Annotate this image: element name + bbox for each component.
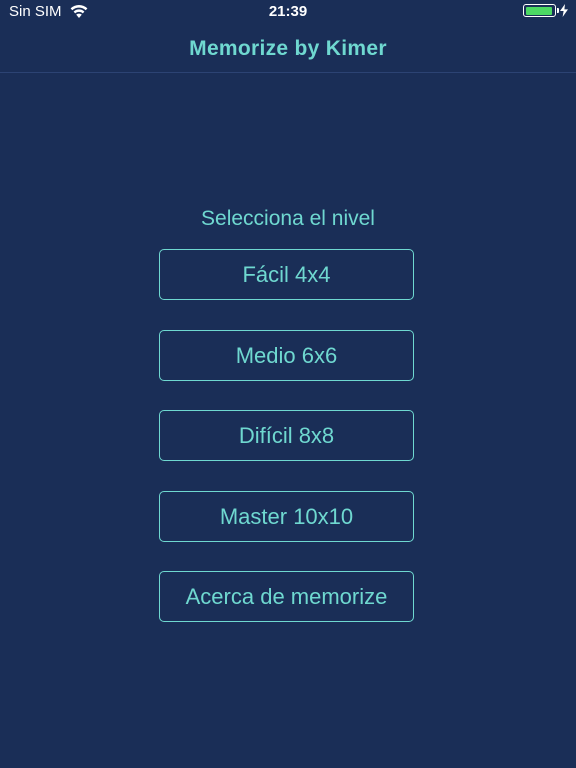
- bolt-icon: [560, 4, 568, 17]
- battery-icon: [523, 4, 559, 17]
- battery-level: [525, 6, 552, 15]
- level-prompt: Selecciona el nivel: [201, 207, 375, 230]
- navigation-bar: Memorize by Kimer: [0, 24, 576, 73]
- about-button[interactable]: Acerca de memorize: [159, 571, 414, 622]
- hard-level-button[interactable]: Difícil 8x8: [159, 410, 414, 461]
- status-bar: Sin SIM 21:39: [0, 0, 576, 24]
- battery-group: [523, 4, 568, 17]
- master-level-button[interactable]: Master 10x10: [159, 491, 414, 542]
- battery-nub: [557, 8, 559, 13]
- status-time: 21:39: [268, 3, 308, 20]
- easy-level-button[interactable]: Fácil 4x4: [159, 249, 414, 300]
- medium-level-button[interactable]: Medio 6x6: [159, 330, 414, 381]
- nav-title: Memorize by Kimer: [189, 37, 387, 60]
